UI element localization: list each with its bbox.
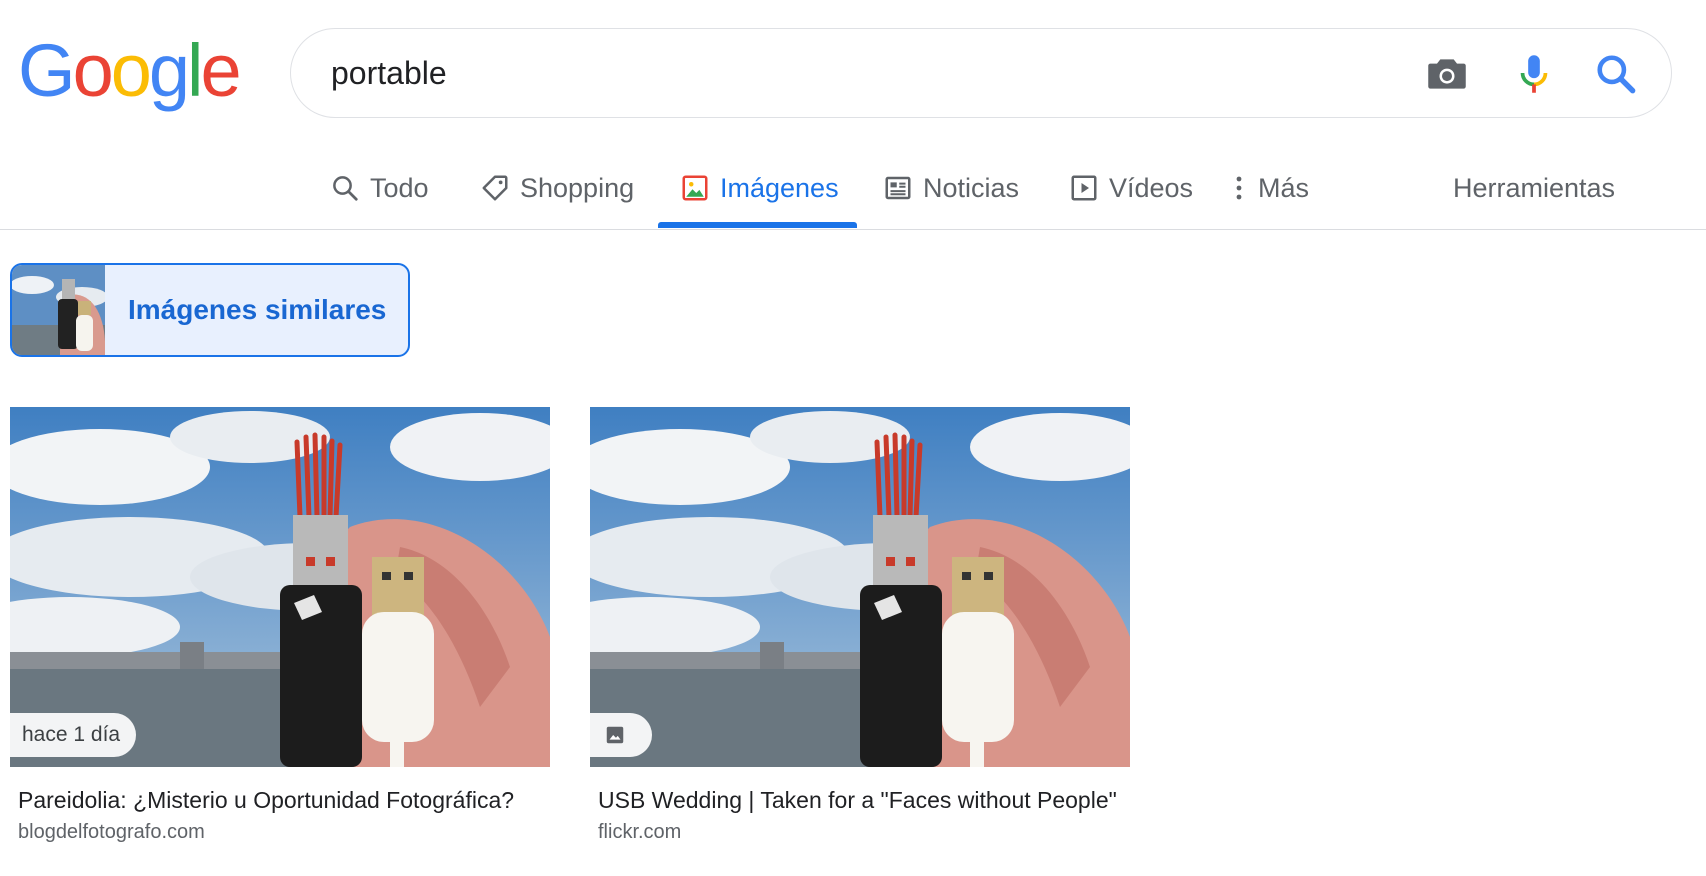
tab-shopping[interactable]: Shopping	[480, 150, 634, 226]
tab-videos[interactable]: Vídeos	[1069, 150, 1193, 226]
logo-letter: g	[148, 29, 190, 112]
search-icon	[330, 173, 360, 203]
tab-todo[interactable]: Todo	[330, 150, 429, 226]
google-logo[interactable]: Google	[18, 29, 242, 112]
tools-button[interactable]: Herramientas	[1453, 150, 1615, 226]
logo-letter: o	[110, 29, 152, 112]
result-source[interactable]: blogdelfotografo.com	[10, 819, 550, 845]
image-badge	[590, 713, 652, 757]
tag-icon	[480, 173, 510, 203]
search-icon[interactable]	[1591, 49, 1641, 99]
more-vert-icon	[1232, 173, 1246, 203]
image-result[interactable]: USB Wedding | Taken for a "Faces without…	[590, 407, 1130, 845]
similar-images-label: Imágenes similares	[128, 294, 387, 325]
result-title[interactable]: Pareidolia: ¿Misterio u Oportunidad Foto…	[10, 785, 538, 815]
tab-label: Vídeos	[1109, 172, 1194, 203]
tab-label: Todo	[370, 172, 429, 203]
tab-label: Imágenes	[720, 172, 839, 203]
search-input[interactable]: portable	[331, 53, 447, 93]
logo-letter: G	[18, 29, 76, 112]
result-image[interactable]	[590, 407, 1130, 767]
result-image[interactable]: hace 1 día	[10, 407, 550, 767]
mic-icon[interactable]	[1509, 49, 1559, 99]
news-icon	[883, 173, 913, 203]
result-source[interactable]: flickr.com	[590, 819, 1130, 845]
logo-letter: l	[187, 29, 204, 112]
tab-imagenes[interactable]: Imágenes	[680, 150, 839, 226]
tab-label: Shopping	[520, 172, 635, 203]
active-tab-indicator	[658, 222, 857, 228]
similar-images-thumbnail	[12, 265, 105, 355]
similar-images-button[interactable]: Imágenes similares	[10, 263, 410, 357]
logo-letter: e	[200, 29, 241, 112]
date-badge: hace 1 día	[10, 713, 137, 757]
image-icon	[604, 724, 626, 746]
header-divider	[0, 229, 1706, 230]
tab-noticias[interactable]: Noticias	[883, 150, 1019, 226]
tab-label: Más	[1258, 172, 1310, 203]
play-icon	[1069, 173, 1099, 203]
search-tabs: Todo Shopping Imágenes Noticias Vídeos M…	[0, 150, 1706, 230]
image-icon	[680, 173, 710, 203]
image-result[interactable]: hace 1 día Pareidolia: ¿Misterio u Oport…	[10, 407, 550, 845]
camera-icon[interactable]	[1422, 49, 1472, 99]
tab-mas[interactable]: Más	[1232, 150, 1309, 226]
tab-label: Noticias	[923, 172, 1020, 203]
search-box[interactable]: portable	[290, 28, 1672, 118]
date-badge-text: hace 1 día	[22, 723, 121, 746]
logo-letter: o	[72, 29, 114, 112]
result-title[interactable]: USB Wedding | Taken for a "Faces without…	[590, 785, 1118, 815]
